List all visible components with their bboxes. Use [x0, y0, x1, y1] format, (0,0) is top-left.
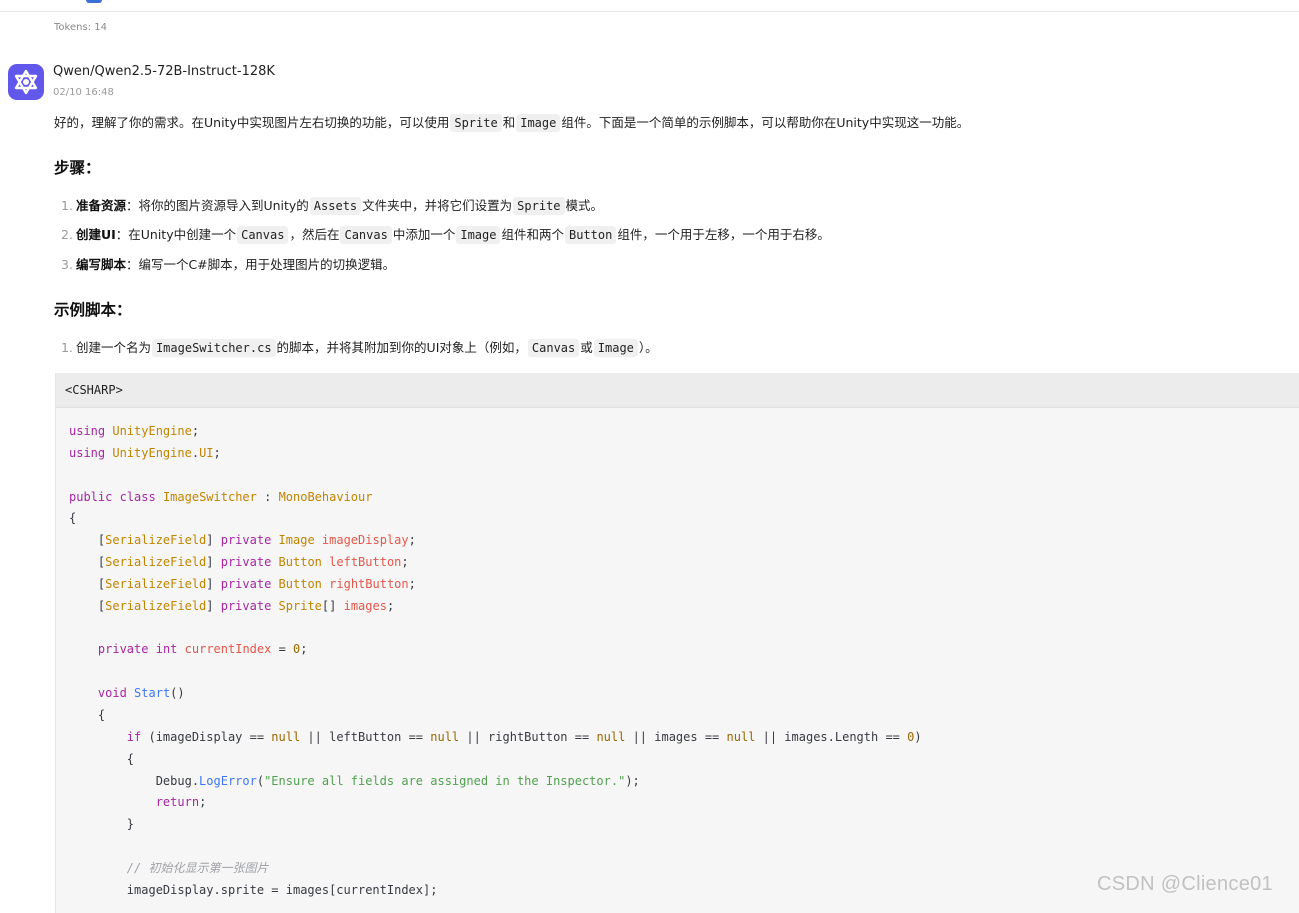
- inline-code: Image: [516, 114, 561, 132]
- step-text: ）。: [638, 340, 658, 355]
- inline-code: Image: [456, 226, 501, 244]
- intro-text: 和: [502, 115, 516, 130]
- watermark: CSDN @Clience01: [1097, 873, 1273, 895]
- inline-code: Sprite: [450, 114, 502, 132]
- step-text: 的脚本，并将其附加到你的UI对象上（例如，: [276, 340, 527, 355]
- step-text: 或: [580, 340, 593, 355]
- inline-code: Button: [564, 226, 617, 244]
- list-item: 1. 创建一个名为 ImageSwitcher.cs 的脚本，并将其附加到你的UI对象…: [61, 339, 658, 357]
- step-text: 组件，一个用于左移，一个用于右移。: [617, 227, 830, 242]
- step-text: 创建一个名为: [75, 340, 151, 355]
- list-number: 1.: [61, 340, 73, 355]
- intro-text: 组件。下面是一个简单的示例脚本，可以帮助你在Unity中实现这一功能。: [561, 115, 970, 130]
- step-title: 创建UI: [75, 227, 116, 242]
- qwen-logo-icon: [8, 64, 44, 100]
- code-body[interactable]: using UnityEngine; using UnityEngine.UI;…: [56, 408, 1299, 902]
- list-number: 3.: [61, 257, 73, 272]
- code-block[interactable]: <CSHARP> using UnityEngine; using UnityE…: [55, 373, 1299, 913]
- header-divider: [0, 11, 1299, 12]
- step-title: 编写脚本: [75, 257, 126, 272]
- intro-paragraph: 好的，理解了你的需求。在Unity中实现图片左右切换的功能，可以使用 Sprite…: [54, 114, 969, 132]
- list-number: 2.: [61, 227, 73, 242]
- step-title: 准备资源: [75, 198, 126, 213]
- inline-code: ImageSwitcher.cs: [151, 339, 276, 357]
- inline-code: Image: [593, 339, 638, 357]
- model-name: Qwen/Qwen2.5-72B-Instruct-128K: [53, 64, 275, 79]
- step-text: 模式。: [565, 198, 604, 213]
- list-number: 1.: [61, 198, 73, 213]
- inline-code: Canvas: [237, 226, 289, 244]
- inline-code: Sprite: [513, 197, 565, 215]
- inline-code: Canvas: [340, 226, 392, 244]
- example-heading: 示例脚本：: [54, 301, 132, 319]
- step-text: 中添加一个: [392, 227, 456, 242]
- message-timestamp: 02/10 16:48: [53, 87, 114, 98]
- code-language-label: <CSHARP>: [56, 373, 1299, 408]
- inline-code: Canvas: [527, 339, 580, 357]
- steps-heading: 步骤：: [54, 159, 101, 177]
- step-text: ：将你的图片资源导入到Unity的: [125, 198, 309, 213]
- list-item: 3. 编写脚本：编写一个C#脚本，用于处理图片的切换逻辑。: [61, 256, 395, 274]
- step-text: ：在Unity中创建一个: [115, 227, 237, 242]
- step-text: 组件和两个: [501, 227, 564, 242]
- step-text: 文件夹中，并将它们设置为: [362, 198, 513, 213]
- intro-text: 好的，理解了你的需求。在Unity中实现图片左右切换的功能，可以使用: [54, 115, 450, 130]
- step-text: ：编写一个C#脚本，用于处理图片的切换逻辑。: [125, 257, 396, 272]
- step-text: ，然后在: [289, 227, 340, 242]
- inline-code: Assets: [309, 197, 362, 215]
- token-count: Tokens: 14: [54, 22, 107, 33]
- tab-indicator: [86, 0, 102, 3]
- list-item: 2. 创建UI：在Unity中创建一个 Canvas ，然后在 Canvas 中添加一个 I…: [61, 226, 830, 244]
- list-item: 1. 准备资源：将你的图片资源导入到Unity的 Assets 文件夹中，并将它们设置…: [61, 197, 603, 215]
